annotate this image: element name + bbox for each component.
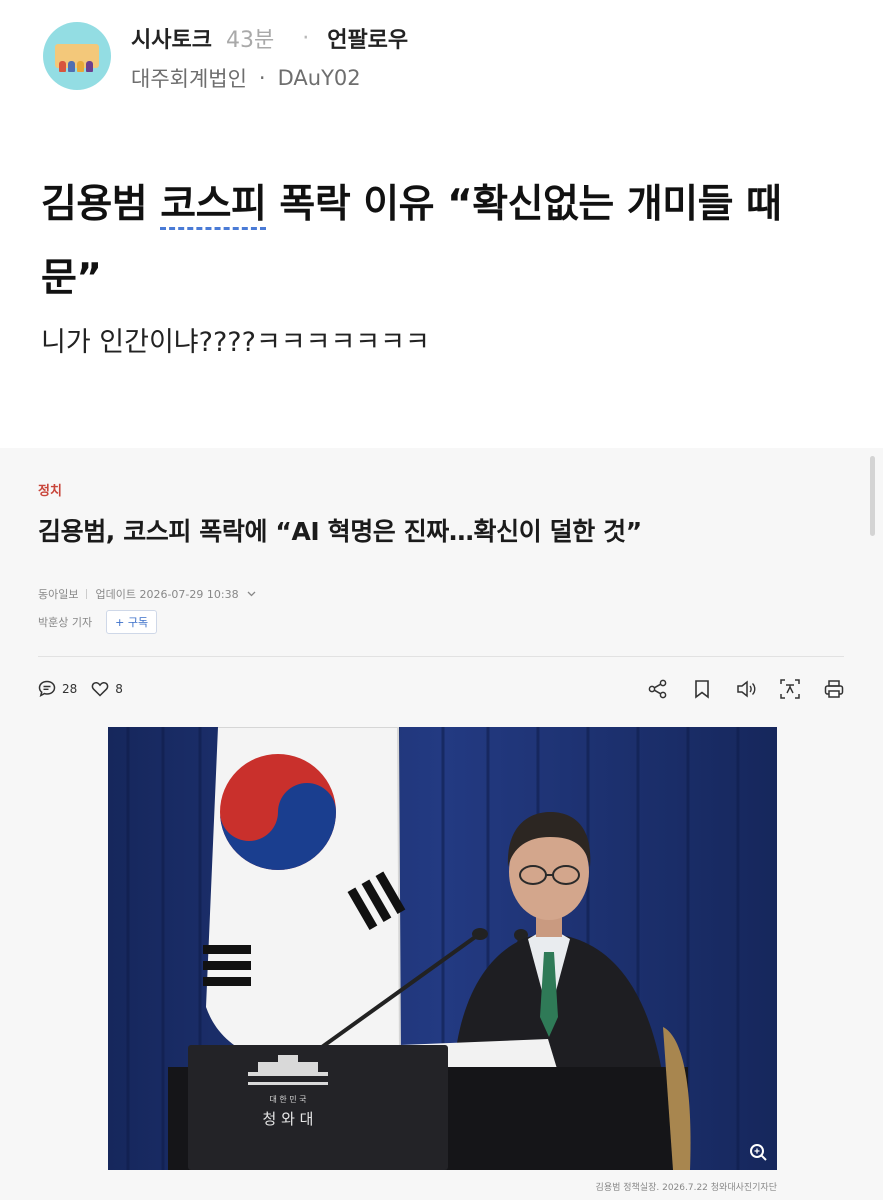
post-title: 김용범 코스피 폭락 이유 “확신없는 개미들 때문”	[41, 168, 841, 316]
outlet-name: 동아일보	[38, 588, 79, 601]
avatar-figure	[68, 61, 75, 72]
separator: ·	[302, 25, 310, 51]
unfollow-button[interactable]: 언팔로우	[327, 22, 408, 54]
post-time: 43분	[225, 28, 275, 53]
scrollbar	[870, 456, 875, 536]
translate-icon[interactable]	[779, 678, 801, 700]
avatar-figure	[59, 61, 66, 72]
article-headline: 김용범, 코스피 폭락에 “AI 혁명은 진짜…확신이 덜한 것”	[38, 517, 642, 546]
separator: ·	[258, 66, 266, 90]
article-screenshot: 정치 김용범, 코스피 폭락에 “AI 혁명은 진짜…확신이 덜한 것” 동아일…	[0, 448, 883, 1200]
bookmark-icon[interactable]	[691, 678, 713, 700]
article-meta: 동아일보 업데이트 2026-07-29 10:38	[38, 586, 256, 602]
photo-caption: 김용범 정책실장. 2026.7.22 청와대사진기자단	[595, 1183, 777, 1193]
divider	[38, 656, 844, 657]
article-stats: 28 8	[38, 680, 123, 697]
likes-count: 8	[115, 681, 123, 696]
post-header: 시사토크 43분 · 언팔로우	[131, 22, 408, 54]
avatar-figure	[77, 61, 84, 72]
speaker-icon[interactable]	[735, 678, 757, 700]
board-name[interactable]: 시사토크	[131, 22, 212, 54]
chevron-down-icon	[247, 591, 256, 597]
share-icon[interactable]	[647, 678, 669, 700]
post-body: 니가 인간이냐????ㅋㅋㅋㅋㅋㅋㅋ	[41, 327, 430, 358]
press-briefing-image: 대 한 민 국 청 와 대	[108, 727, 777, 1170]
reporter-row: 박훈상 기자 + 구독	[38, 610, 158, 634]
subscribe-button[interactable]: + 구독	[106, 610, 158, 634]
print-icon[interactable]	[823, 678, 845, 700]
avatar[interactable]	[43, 22, 111, 90]
svg-text:청 와 대: 청 와 대	[263, 1110, 314, 1128]
keyword-link[interactable]: 코스피	[160, 182, 267, 230]
reporter-name: 박훈상 기자	[38, 616, 93, 629]
comments-stat[interactable]: 28	[38, 680, 77, 697]
comments-count: 28	[62, 681, 78, 696]
article-photo[interactable]: 대 한 민 국 청 와 대	[108, 727, 777, 1170]
update-time: 업데이트 2026-07-29 10:38	[95, 588, 239, 601]
likes-stat[interactable]: 8	[91, 681, 123, 697]
article-category: 정치	[38, 484, 62, 499]
post-title-part: 김용범	[41, 182, 161, 227]
author-info: 대주회계법인 · DAuY02	[131, 62, 361, 94]
divider	[86, 589, 88, 599]
user-id: DAuY02	[277, 66, 361, 90]
comment-icon	[38, 680, 56, 697]
svg-text:대 한 민 국: 대 한 민 국	[269, 1094, 306, 1104]
article-toolbar	[647, 678, 845, 700]
heart-icon	[91, 681, 109, 697]
company-name: 대주회계법인	[131, 67, 247, 91]
avatar-figure	[86, 61, 93, 72]
